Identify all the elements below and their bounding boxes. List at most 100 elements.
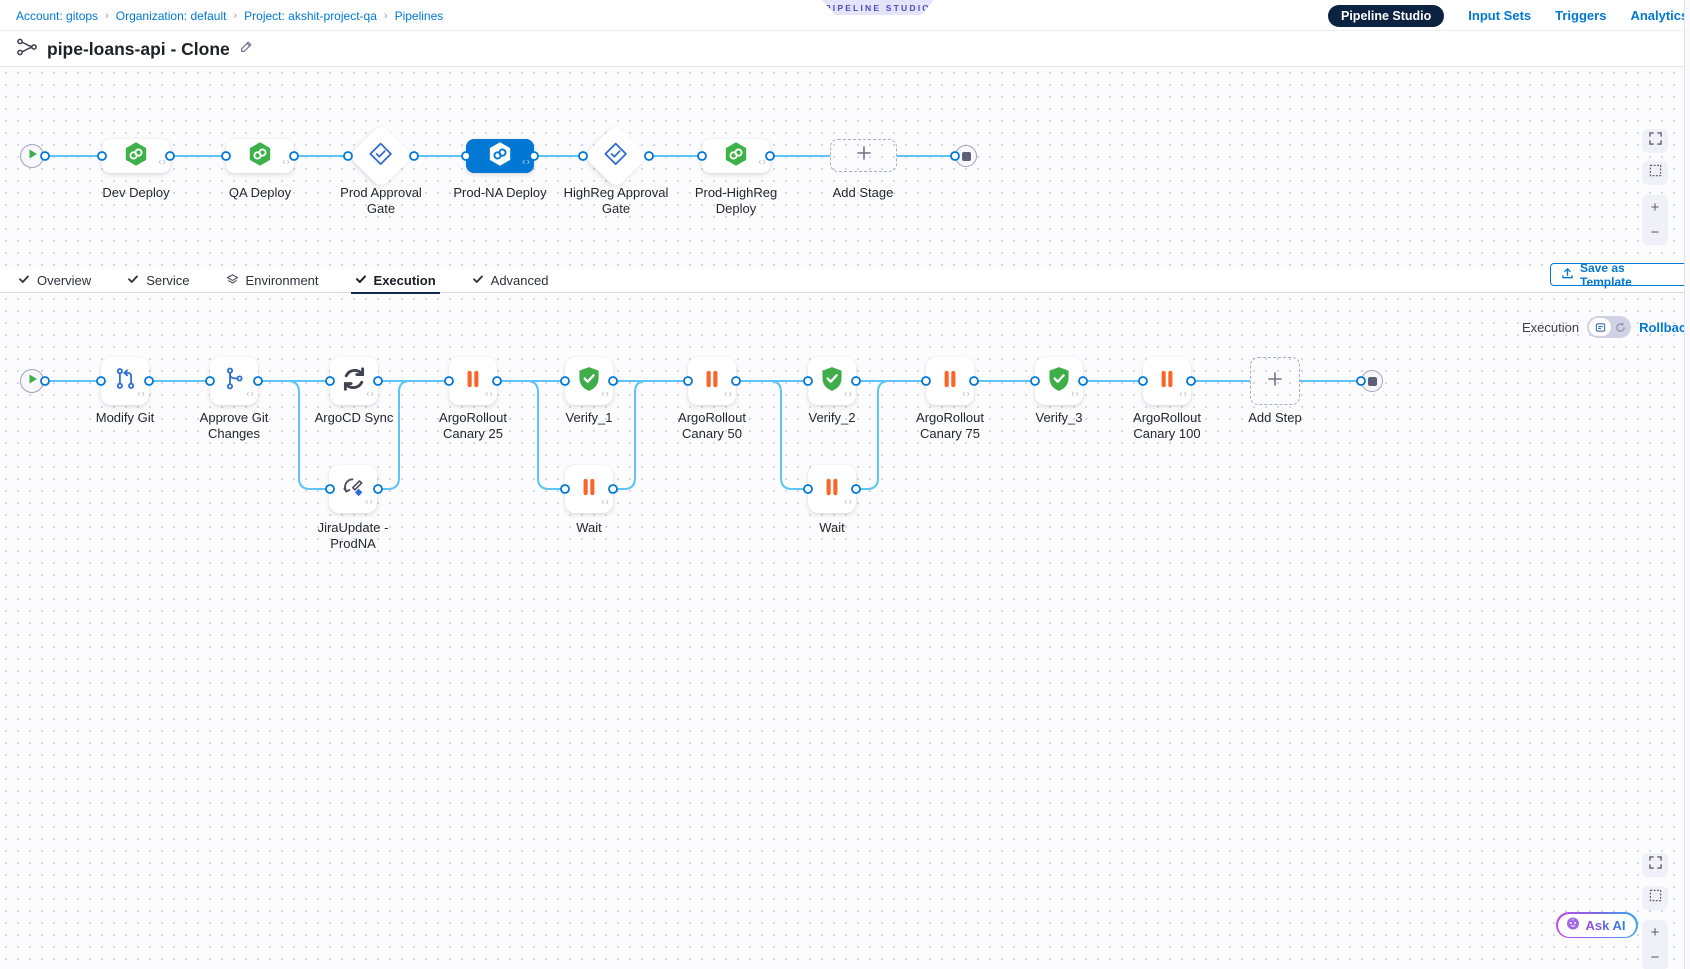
code-corner-icon bbox=[758, 152, 766, 170]
step-node-verify-1[interactable] bbox=[565, 357, 613, 405]
zoom-out-button[interactable]: − bbox=[1642, 945, 1668, 969]
step-label: ArgoRollout Canary 75 bbox=[902, 410, 998, 441]
code-corner-icon bbox=[601, 384, 609, 402]
check-icon bbox=[18, 273, 30, 288]
top-bar: Account: gitops › Organization: default … bbox=[0, 0, 1690, 31]
step-node-verify-2[interactable] bbox=[808, 357, 856, 405]
gitops-stage-icon bbox=[123, 141, 149, 172]
step-node-argorollout-canary-100[interactable] bbox=[1143, 357, 1191, 405]
ai-mascot-icon bbox=[1565, 915, 1581, 936]
nav-pipeline-studio[interactable]: Pipeline Studio bbox=[1328, 5, 1444, 27]
code-corner-icon bbox=[844, 384, 852, 402]
stage-node-prod-approval-gate[interactable] bbox=[348, 123, 413, 188]
stage-label: Prod Approval Gate bbox=[326, 185, 436, 216]
stage-node-highreg-approval-gate[interactable] bbox=[583, 123, 648, 188]
add-step-button[interactable] bbox=[1250, 357, 1300, 405]
code-corner-icon bbox=[365, 492, 373, 510]
step-label: ArgoRollout Canary 50 bbox=[664, 410, 760, 441]
step-label: Wait bbox=[777, 520, 887, 536]
zoom-controls: + − bbox=[1642, 195, 1668, 245]
stage-node-prod-highreg-deploy[interactable] bbox=[702, 139, 770, 173]
pipeline-studio-badge: PIPELINE STUDIO bbox=[822, 0, 934, 15]
step-node-argorollout-canary-50[interactable] bbox=[688, 357, 736, 405]
tab-label: Execution bbox=[374, 273, 436, 288]
tab-label: Environment bbox=[246, 273, 319, 288]
execution-start-node[interactable] bbox=[20, 369, 44, 393]
tab-execution[interactable]: Execution bbox=[355, 269, 436, 293]
tab-advanced[interactable]: Advanced bbox=[472, 269, 549, 293]
chevron-right-icon: › bbox=[105, 10, 109, 22]
fullscreen-button[interactable] bbox=[1642, 129, 1668, 153]
git-commit-icon bbox=[112, 365, 139, 397]
stage-graph-canvas[interactable]: Dev Deploy QA Deploy Prod Approval Gate … bbox=[0, 67, 1690, 269]
stage-end-node[interactable] bbox=[955, 145, 977, 167]
breadcrumb-account[interactable]: Account: gitops bbox=[16, 9, 98, 23]
fullscreen-button[interactable] bbox=[1642, 853, 1668, 877]
tab-label: Advanced bbox=[491, 273, 549, 288]
step-node-argocd-sync[interactable] bbox=[330, 357, 378, 405]
step-node-argorollout-canary-25[interactable] bbox=[449, 357, 497, 405]
step-label: Approve Git Changes bbox=[186, 410, 282, 441]
fullscreen-icon bbox=[1649, 856, 1662, 874]
code-corner-icon bbox=[962, 384, 970, 402]
scrollbar[interactable] bbox=[1684, 0, 1690, 969]
play-icon bbox=[20, 367, 44, 396]
frame-select-icon bbox=[1649, 889, 1662, 907]
step-node-approve-git-changes[interactable] bbox=[210, 357, 258, 405]
gitops-stage-icon bbox=[247, 141, 273, 172]
step-label: Modify Git bbox=[77, 410, 173, 426]
tab-environment[interactable]: Environment bbox=[226, 269, 319, 293]
fit-to-screen-button[interactable] bbox=[1642, 161, 1668, 185]
nav-input-sets[interactable]: Input Sets bbox=[1468, 8, 1531, 23]
breadcrumb-project[interactable]: Project: akshit-project-qa bbox=[244, 9, 377, 23]
ask-ai-button[interactable]: Ask AI bbox=[1556, 912, 1638, 938]
zoom-in-button[interactable]: + bbox=[1642, 920, 1668, 945]
tab-overview[interactable]: Overview bbox=[18, 269, 91, 293]
rollback-link[interactable]: Rollback bbox=[1639, 320, 1690, 335]
check-icon bbox=[355, 273, 367, 288]
code-corner-icon bbox=[158, 152, 166, 170]
step-label: Wait bbox=[541, 520, 637, 536]
step-node-jiraupdate-prodna[interactable] bbox=[329, 465, 377, 513]
stage-start-node[interactable] bbox=[20, 144, 44, 168]
zoom-controls: + − bbox=[1642, 920, 1668, 969]
verify-shield-icon bbox=[818, 365, 846, 398]
execution-rollback-toggle[interactable] bbox=[1587, 316, 1631, 338]
top-nav-links: Pipeline Studio Input Sets Triggers Anal… bbox=[1328, 0, 1690, 31]
stage-node-dev-deploy[interactable] bbox=[102, 139, 170, 173]
stage-label: QA Deploy bbox=[205, 185, 315, 201]
stage-node-prod-na-deploy[interactable] bbox=[466, 139, 534, 173]
step-label: ArgoCD Sync bbox=[306, 410, 402, 426]
add-stage-button[interactable] bbox=[830, 139, 897, 172]
breadcrumb-org[interactable]: Organization: default bbox=[116, 9, 227, 23]
zoom-out-button[interactable]: − bbox=[1642, 220, 1668, 245]
execution-graph-canvas[interactable]: Execution Rollback Modify Git Approve Gi… bbox=[0, 293, 1690, 969]
tab-label: Service bbox=[146, 273, 189, 288]
chevron-right-icon: › bbox=[384, 10, 388, 22]
save-as-template-button[interactable]: Save as Template bbox=[1550, 263, 1690, 286]
nav-triggers[interactable]: Triggers bbox=[1555, 8, 1606, 23]
step-node-wait-1[interactable] bbox=[565, 465, 613, 513]
step-node-wait-2[interactable] bbox=[808, 465, 856, 513]
code-corner-icon bbox=[485, 384, 493, 402]
code-corner-icon bbox=[724, 384, 732, 402]
sync-arrows-icon bbox=[339, 364, 369, 399]
stage-tabs: Overview Service Environment Execution A… bbox=[0, 269, 1690, 293]
step-node-modify-git[interactable] bbox=[101, 357, 149, 405]
step-node-argorollout-canary-75[interactable] bbox=[926, 357, 974, 405]
gitops-stage-icon-selected bbox=[487, 141, 513, 172]
tab-service[interactable]: Service bbox=[127, 269, 189, 293]
git-branch-icon bbox=[221, 365, 248, 397]
fit-to-screen-button[interactable] bbox=[1642, 886, 1668, 910]
step-node-verify-3[interactable] bbox=[1035, 357, 1083, 405]
edit-pencil-icon[interactable] bbox=[239, 39, 254, 59]
breadcrumb-pipelines[interactable]: Pipelines bbox=[395, 9, 444, 23]
template-upload-icon bbox=[1561, 267, 1574, 283]
zoom-in-button[interactable]: + bbox=[1642, 195, 1668, 220]
stage-node-qa-deploy[interactable] bbox=[226, 139, 294, 173]
execution-end-node[interactable] bbox=[1361, 370, 1383, 392]
page-title: pipe-loans-api - Clone bbox=[47, 39, 230, 60]
pause-icon bbox=[699, 366, 725, 397]
plus-icon bbox=[1265, 369, 1285, 394]
nav-analytics[interactable]: Analytics bbox=[1630, 8, 1688, 23]
